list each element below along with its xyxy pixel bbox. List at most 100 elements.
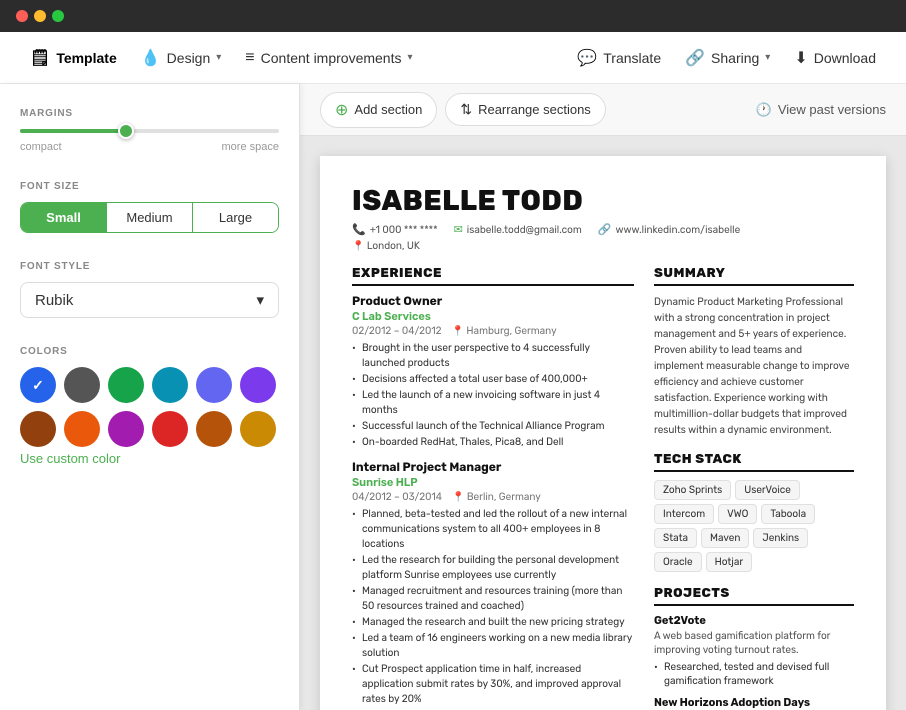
tech-pill: UserVoice [735, 480, 800, 500]
email-icon: ✉ [454, 223, 463, 236]
rearrange-label: Rearrange sections [478, 102, 591, 117]
resume: ISABELLE TODD 📞 +1 000 *** **** ✉ isabel… [320, 156, 886, 710]
slider-fill [20, 129, 124, 133]
bullet: Cut Prospect application time in half, i… [352, 662, 634, 707]
job-2-meta: 04/2012 – 03/2014 📍 Berlin, Germany [352, 491, 634, 503]
font-size-label: FONT SIZE [20, 181, 279, 192]
toolbar-design[interactable]: 💧 Design ▾ [131, 42, 232, 74]
job-1-bullets: Brought in the user perspective to 4 suc… [352, 341, 634, 450]
sharing-chevron: ▾ [765, 52, 770, 63]
resume-location: 📍 London, UK [352, 240, 854, 252]
add-section-icon: ⊕ [335, 100, 348, 120]
download-icon: ⬇ [794, 48, 807, 68]
job-2: Internal Project Manager Sunrise HLP 04/… [352, 460, 634, 707]
job-1-dates: 02/2012 – 04/2012 [352, 325, 442, 337]
traffic-light-yellow[interactable] [34, 10, 46, 22]
resume-container[interactable]: ISABELLE TODD 📞 +1 000 *** **** ✉ isabel… [300, 136, 906, 710]
toolbar-content-label: Content improvements [261, 50, 402, 66]
font-dropdown[interactable]: Rubik ▾ [20, 282, 279, 318]
font-size-buttons: Small Medium Large [20, 202, 279, 233]
tech-pill: Oracle [654, 552, 702, 572]
resume-contact: 📞 +1 000 *** **** ✉ isabelle.todd@gmail.… [352, 223, 854, 236]
tech-pill: Jenkins [753, 528, 808, 548]
job-2-title: Internal Project Manager [352, 460, 634, 474]
color-swatch-blue[interactable]: ✓ [20, 367, 56, 403]
project-bullet: Researched, tested and devised full gami… [654, 660, 854, 688]
loc-icon: 📍 [452, 325, 464, 337]
tech-stack-pills: Zoho Sprints UserVoice Intercom VWO Tabo… [654, 480, 854, 572]
contact-linkedin: 🔗 www.linkedin.com/isabelle [598, 223, 740, 236]
font-size-small[interactable]: Small [21, 203, 107, 232]
view-past-versions[interactable]: 🕐 View past versions [756, 102, 886, 118]
experience-title: EXPERIENCE [352, 266, 634, 286]
traffic-light-red[interactable] [16, 10, 28, 22]
color-swatch-purple[interactable] [240, 367, 276, 403]
design-chevron: ▾ [216, 52, 221, 63]
color-swatch-yellow[interactable] [240, 411, 276, 447]
color-swatch-brown[interactable] [20, 411, 56, 447]
toolbar-template[interactable]: 🗒 Template [20, 42, 127, 74]
rearrange-button[interactable]: ⇅ Rearrange sections [445, 93, 605, 126]
colors-grid: ✓ [20, 367, 279, 447]
add-section-label: Add section [354, 102, 422, 117]
phone-icon: 📞 [352, 223, 366, 236]
view-past-versions-label: View past versions [778, 102, 886, 117]
color-swatch-gray[interactable] [64, 367, 100, 403]
check-icon: ✓ [32, 377, 44, 394]
project-2: New Horizons Adoption Days A series of e… [654, 696, 854, 710]
left-panel: MARGINS compact more space FONT SIZE Sma… [0, 84, 300, 710]
project-1-desc: A web based gamification platform for im… [654, 629, 854, 657]
color-swatch-amber-dark[interactable] [196, 411, 232, 447]
toolbar-sharing-label: Sharing [711, 50, 759, 66]
toolbar-download-label: Download [814, 50, 876, 66]
slider-labels: compact more space [20, 141, 279, 153]
custom-color-link[interactable]: Use custom color [20, 451, 120, 466]
traffic-light-green[interactable] [52, 10, 64, 22]
project-1: Get2Vote A web based gamification platfo… [654, 614, 854, 688]
toolbar-translate-label: Translate [603, 50, 661, 66]
color-swatch-indigo[interactable] [196, 367, 232, 403]
bullet: Managed recruitment and resources traini… [352, 584, 634, 614]
colors-section: COLORS ✓ Use custom color [20, 346, 279, 468]
resume-left-col: EXPERIENCE Product Owner C Lab Services … [352, 266, 634, 710]
location-icon: 📍 [352, 240, 364, 252]
tech-pill: Stata [654, 528, 697, 548]
color-swatch-pink[interactable] [108, 411, 144, 447]
font-size-medium[interactable]: Medium [107, 203, 193, 232]
job-2-dates: 04/2012 – 03/2014 [352, 491, 442, 503]
font-chevron-icon: ▾ [256, 291, 264, 309]
bullet: Successful launch of the Technical Allia… [352, 419, 634, 434]
margins-slider-track[interactable] [20, 129, 279, 133]
bullet: Led a team of 16 engineers working on a … [352, 631, 634, 661]
contact-email: ✉ isabelle.todd@gmail.com [454, 223, 582, 236]
color-swatch-green[interactable] [108, 367, 144, 403]
summary-title: SUMMARY [654, 266, 854, 286]
color-swatch-red[interactable] [152, 411, 188, 447]
tech-stack-title: TECH STACK [654, 452, 854, 472]
toolbar-sharing[interactable]: 🔗 Sharing ▾ [675, 42, 780, 74]
resume-body: EXPERIENCE Product Owner C Lab Services … [352, 266, 854, 710]
job-2-location: 📍 Berlin, Germany [452, 491, 541, 503]
tech-pill: Intercom [654, 504, 714, 524]
add-section-button[interactable]: ⊕ Add section [320, 92, 437, 128]
project-1-bullets: Researched, tested and devised full gami… [654, 660, 854, 688]
bullet: Managed the research and built the new p… [352, 615, 634, 630]
content-chevron: ▾ [407, 52, 412, 63]
toolbar-download[interactable]: ⬇ Download [784, 42, 886, 74]
translate-icon: 💬 [577, 48, 597, 68]
bullet: Decisions affected a total user base of … [352, 372, 634, 387]
experience-section: EXPERIENCE Product Owner C Lab Services … [352, 266, 634, 707]
template-icon: 🗒 [30, 48, 50, 68]
toolbar-translate[interactable]: 💬 Translate [567, 42, 671, 74]
more-space-label: more space [222, 141, 279, 153]
tech-pill: Maven [701, 528, 749, 548]
slider-thumb[interactable] [118, 123, 134, 139]
margins-section: MARGINS compact more space [20, 108, 279, 153]
rearrange-icon: ⇅ [460, 101, 472, 118]
toolbar-content[interactable]: ≡ Content improvements ▾ [235, 43, 422, 73]
linkedin-icon: 🔗 [598, 223, 612, 236]
bullet: Led the launch of a new invoicing softwa… [352, 388, 634, 418]
font-size-large[interactable]: Large [193, 203, 278, 232]
color-swatch-orange[interactable] [64, 411, 100, 447]
color-swatch-teal[interactable] [152, 367, 188, 403]
